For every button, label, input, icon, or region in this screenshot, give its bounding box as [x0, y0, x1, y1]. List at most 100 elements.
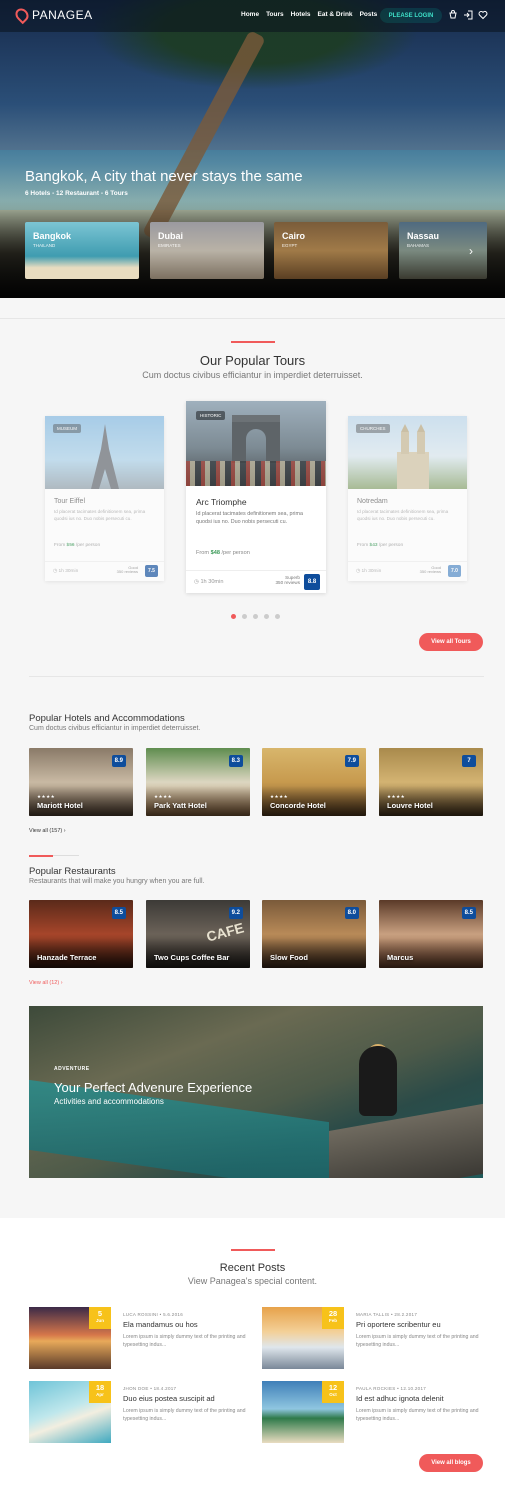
carousel-dot-5[interactable]: [275, 614, 280, 619]
tour-description: Id placerat tacimates definitionem sea, …: [196, 511, 303, 525]
post-title[interactable]: Id est adhuc ignota delenit: [356, 1394, 444, 1403]
nav-home[interactable]: Home: [241, 11, 259, 18]
nav-tours[interactable]: Tours: [266, 11, 284, 18]
restaurants-subtitle: Restaurants that will make you hungry wh…: [29, 878, 205, 885]
post-image[interactable]: 28 Feb: [262, 1307, 344, 1369]
hotel-rating: 7.9: [344, 755, 359, 767]
post-image[interactable]: 12 Oct: [262, 1381, 344, 1443]
main-nav: Home Tours Hotels Eat & Drink Posts: [241, 11, 377, 18]
tour-tag: MUSEUM: [53, 424, 81, 433]
post-excerpt: Lorem ipsum is simply dummy text of the …: [356, 1334, 479, 1349]
posts-subtitle: View Panagea's special content.: [187, 1276, 318, 1286]
hotel-rating: 7: [462, 755, 476, 767]
section-divider: [0, 318, 505, 319]
tour-card-arc-triomphe[interactable]: HISTORIC Arc Triomphe Id placerat tacima…: [186, 401, 326, 593]
post-meta: LUCA ROSSINI • 5.6.2016: [123, 1312, 184, 1317]
brand-name: PANAGEA: [32, 8, 93, 22]
view-all-hotels-link[interactable]: View all (157) ›: [29, 828, 66, 834]
hotel-name: Louvre Hotel: [387, 801, 433, 810]
tour-card-eiffel[interactable]: MUSEUM Tour Eiffel Id placerat tacimates…: [45, 416, 164, 581]
tour-footer: ◷ 1h 30min Good 350 reviews 7.0: [348, 561, 467, 581]
tour-tag: HISTORIC: [196, 411, 226, 420]
restaurants-title: Popular Restaurants: [29, 866, 116, 877]
post-title[interactable]: Ela mandamus ou hos: [123, 1320, 198, 1329]
city-card-bangkok[interactable]: Bangkok THAILAND: [25, 222, 139, 279]
post-image[interactable]: 18 Apr: [29, 1381, 111, 1443]
restaurant-name: Two Cups Coffee Bar: [154, 953, 230, 962]
section-divider: [29, 676, 484, 677]
post-title[interactable]: Duo eius postea suscipit ad: [123, 1394, 215, 1403]
city-name: Cairo: [282, 231, 306, 241]
tour-duration: ◷ 1h 30min: [194, 579, 224, 585]
login-button[interactable]: PLEASE LOGIN: [380, 8, 442, 23]
hotel-stars: ★★★★: [154, 794, 173, 799]
chevron-right-icon[interactable]: ›: [469, 244, 473, 258]
section-accent-line: [231, 341, 275, 343]
hotel-name: Mariott Hotel: [37, 801, 83, 810]
tour-rating-text: Good 350 reviews: [419, 565, 441, 575]
hotel-card-louvre[interactable]: 7 ★★★★ Louvre Hotel: [379, 748, 483, 816]
tour-rating-text: Good 350 reviews: [116, 565, 138, 575]
carousel-dot-4[interactable]: [264, 614, 269, 619]
tour-footer: ◷ 1h 30min Good 350 reviews 7.5: [45, 561, 164, 581]
tours-subtitle: Cum doctus civibus efficiantur in imperd…: [142, 370, 363, 380]
tour-duration: ◷ 1h 30min: [356, 569, 382, 574]
tour-rating-text: Superb 350 reviews: [275, 575, 300, 585]
hotel-card-concorde[interactable]: 7.9 ★★★★ Concorde Hotel: [262, 748, 366, 816]
city-card-nassau[interactable]: Nassau BAHAMAS: [399, 222, 487, 279]
restaurant-card-marcus[interactable]: 8.5 Marcus: [379, 900, 483, 968]
restaurant-name: Marcus: [387, 953, 414, 962]
hotel-stars: ★★★★: [387, 794, 406, 799]
cart-icon[interactable]: [448, 10, 458, 20]
restaurant-card-hanzade[interactable]: 8.5 Hanzade Terrace: [29, 900, 133, 968]
restaurant-card-slow-food[interactable]: 8.0 Slow Food: [262, 900, 366, 968]
view-all-tours-button[interactable]: View all Tours: [419, 633, 483, 651]
post-title[interactable]: Pri oportere scribentur eu: [356, 1320, 441, 1329]
posts-title: Recent Posts: [219, 1262, 286, 1274]
carousel-dot-3[interactable]: [253, 614, 258, 619]
heart-icon[interactable]: [478, 10, 488, 20]
restaurant-rating: 8.0: [344, 907, 359, 919]
nav-hotels[interactable]: Hotels: [291, 11, 311, 18]
post-date-badge: 12 Oct: [322, 1381, 344, 1403]
tour-card-notredam[interactable]: CHURCHES Notredam Id placerat tacimates …: [348, 416, 467, 581]
view-all-restaurants-link[interactable]: View all (12) ›: [29, 980, 63, 986]
carousel-dot-1[interactable]: [231, 614, 236, 619]
post-meta: PAULA ROCKIES • 12.10.2017: [356, 1386, 427, 1391]
city-card-cairo[interactable]: Cairo EGYPT: [274, 222, 388, 279]
brand-logo[interactable]: PANAGEA: [12, 5, 93, 25]
tour-score: 8.8: [304, 574, 320, 590]
post-meta: MARIA TALLIS • 28.2.2017: [356, 1312, 418, 1317]
login-icon[interactable]: [463, 10, 473, 20]
adventure-tag: ADVENTURE: [54, 1066, 90, 1072]
hotel-rating: 8.9: [111, 755, 126, 767]
nav-eat-drink[interactable]: Eat & Drink: [318, 11, 353, 18]
post-excerpt: Lorem ipsum is simply dummy text of the …: [356, 1408, 479, 1423]
post-excerpt: Lorem ipsum is simply dummy text of the …: [123, 1408, 246, 1423]
hotels-subtitle: Cum doctus civibus efficiantur in imperd…: [29, 725, 201, 732]
hotel-stars: ★★★★: [37, 794, 56, 799]
tour-name: Tour Eiffel: [54, 498, 85, 505]
hotel-card-park-yatt[interactable]: 8.3 ★★★★ Park Yatt Hotel: [146, 748, 250, 816]
tour-footer: ◷ 1h 30min Superb 350 reviews 8.8: [186, 570, 326, 593]
post-date-badge: 5 Jun: [89, 1307, 111, 1329]
city-name: Nassau: [407, 231, 440, 241]
tour-name: Notredam: [357, 498, 388, 505]
city-card-dubai[interactable]: Dubai EMIRATES: [150, 222, 264, 279]
tours-title: Our Popular Tours: [199, 353, 306, 368]
section-line: [53, 855, 79, 856]
adventure-title: Your Perfect Advenure Experience: [54, 1080, 253, 1095]
city-country: BAHAMAS: [407, 243, 430, 248]
post-image[interactable]: 5 Jun: [29, 1307, 111, 1369]
view-all-blogs-button[interactable]: View all blogs: [419, 1454, 483, 1472]
hotel-card-mariott[interactable]: 8.9 ★★★★ Mariott Hotel: [29, 748, 133, 816]
carousel-dot-2[interactable]: [242, 614, 247, 619]
tour-price: From $48 /per person: [196, 550, 250, 556]
restaurant-card-two-cups[interactable]: CAFE 9.2 Two Cups Coffee Bar: [146, 900, 250, 968]
post-date-badge: 18 Apr: [89, 1381, 111, 1403]
tour-description: Id placerat tacimates definitionem sea, …: [357, 509, 449, 521]
nav-posts[interactable]: Posts: [360, 11, 378, 18]
city-name: Dubai: [158, 231, 184, 241]
restaurant-rating: 9.2: [228, 907, 243, 919]
post-meta: JHON DOE • 18.4.2017: [123, 1386, 177, 1391]
